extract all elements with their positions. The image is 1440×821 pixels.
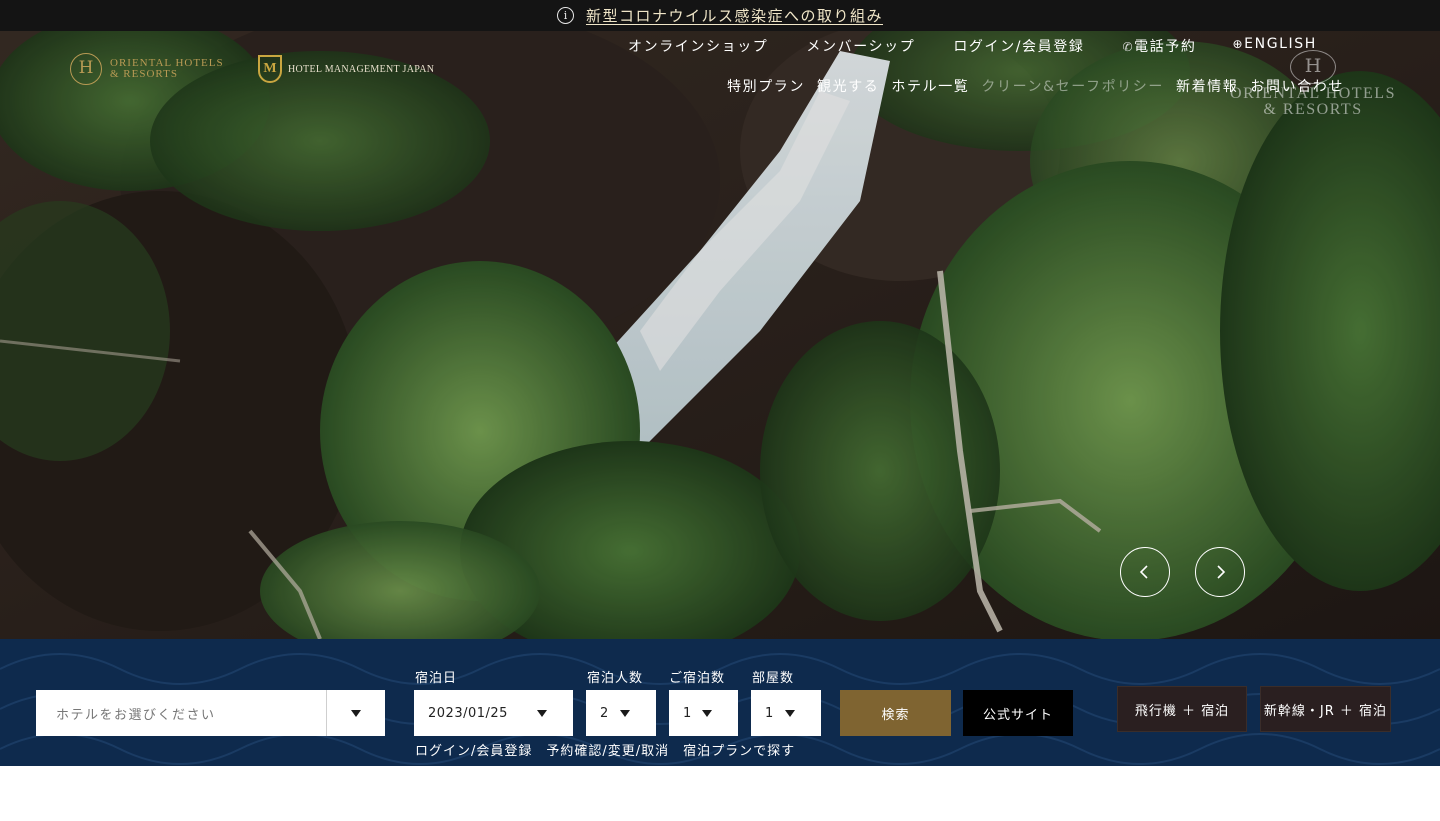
nav-phone-reservation[interactable]: ✆電話予約: [1122, 36, 1196, 56]
hmj-logo-mark: M: [258, 55, 282, 83]
rooms-label: 部屋数: [752, 671, 795, 686]
oriental-hotels-logo[interactable]: H ORIENTAL HOTELS & RESORTS: [70, 53, 224, 85]
hero-slideshow: H ORIENTAL HOTELS & RESORTS M HOTEL MANA…: [0, 31, 1440, 639]
caret-down-icon: [785, 709, 795, 717]
select-divider: [326, 690, 327, 736]
nav-login[interactable]: ログイン/会員登録: [953, 36, 1084, 56]
hotel-management-japan-logo[interactable]: M HOTEL MANAGEMENT JAPAN: [258, 55, 434, 83]
oriental-logo-mark: H: [70, 53, 102, 85]
nav-special-plan[interactable]: 特別プラン: [727, 76, 805, 96]
date-label: 宿泊日: [415, 671, 458, 686]
slider-next-button[interactable]: [1195, 547, 1245, 597]
search-button[interactable]: 検索: [840, 690, 951, 736]
main-nav: 特別プラン 観光する ホテル一覧 クリーン&セーフポリシー 新着情報 お問い合わ…: [727, 76, 1344, 96]
chevron-right-icon: [1217, 565, 1226, 579]
globe-icon: ⊕: [1232, 37, 1245, 51]
booking-sub-links: ログイン/会員登録 予約確認/変更/取消 宿泊プランで探す: [415, 740, 795, 759]
nav-sightseeing[interactable]: 観光する: [817, 76, 879, 96]
train-hotel-button[interactable]: 新幹線・JR ＋ 宿泊: [1260, 686, 1391, 732]
nav-contact[interactable]: お問い合わせ: [1250, 76, 1344, 96]
slider-prev-button[interactable]: [1120, 547, 1170, 597]
covid-notice-link[interactable]: 新型コロナウイルス感染症への取り組み: [586, 5, 883, 26]
nav-news[interactable]: 新着情報: [1176, 76, 1238, 96]
nav-membership[interactable]: メンバーシップ: [806, 36, 915, 56]
nav-hotel-list[interactable]: ホテル一覧: [891, 76, 969, 96]
info-icon: i: [556, 7, 574, 24]
hotel-select-placeholder: ホテルをお選びください: [56, 707, 216, 723]
caret-down-icon: [537, 709, 547, 717]
official-site-button[interactable]: 公式サイト: [963, 690, 1073, 736]
nights-select[interactable]: 1: [669, 690, 738, 736]
phone-icon: ✆: [1122, 40, 1135, 54]
oriental-logo-text: ORIENTAL HOTELS & RESORTS: [110, 57, 224, 80]
hotel-select[interactable]: ホテルをお選びください: [36, 690, 385, 736]
guests-value: 2: [600, 705, 609, 721]
rooms-select[interactable]: 1: [751, 690, 821, 736]
nav-clean-safe-policy[interactable]: クリーン&セーフポリシー: [981, 76, 1164, 96]
caret-down-icon: [702, 709, 712, 717]
guests-select[interactable]: 2: [586, 690, 656, 736]
utility-nav: オンラインショップ メンバーシップ ログイン/会員登録 ✆電話予約 ⊕ENGLI…: [628, 36, 1317, 56]
plan-search-link[interactable]: 宿泊プランで探す: [683, 740, 795, 759]
nights-value: 1: [683, 705, 692, 721]
checkin-date-select[interactable]: 2023/01/25: [414, 690, 573, 736]
caret-down-icon: [351, 709, 361, 717]
caret-down-icon: [620, 709, 630, 717]
rooms-value: 1: [765, 705, 774, 721]
hmj-logo-text: HOTEL MANAGEMENT JAPAN: [288, 63, 435, 75]
reservation-manage-link[interactable]: 予約確認/変更/取消: [546, 740, 669, 759]
flight-hotel-button[interactable]: 飛行機 ＋ 宿泊: [1117, 686, 1247, 732]
booking-bar: ホテルをお選びください 宿泊日 2023/01/25 宿泊人数 2 ご宿泊数 1…: [0, 639, 1440, 766]
nav-online-shop[interactable]: オンラインショップ: [628, 36, 768, 56]
checkin-date-value: 2023/01/25: [428, 705, 508, 721]
booking-login-link[interactable]: ログイン/会員登録: [415, 740, 532, 759]
chevron-left-icon: [1139, 565, 1148, 579]
covid-notice-bar: i 新型コロナウイルス感染症への取り組み: [0, 0, 1440, 31]
guests-label: 宿泊人数: [587, 671, 644, 686]
nights-label: ご宿泊数: [669, 671, 726, 686]
brand-name-line2: & RESORTS: [1263, 101, 1363, 118]
nav-english[interactable]: ⊕ENGLISH: [1233, 36, 1317, 56]
